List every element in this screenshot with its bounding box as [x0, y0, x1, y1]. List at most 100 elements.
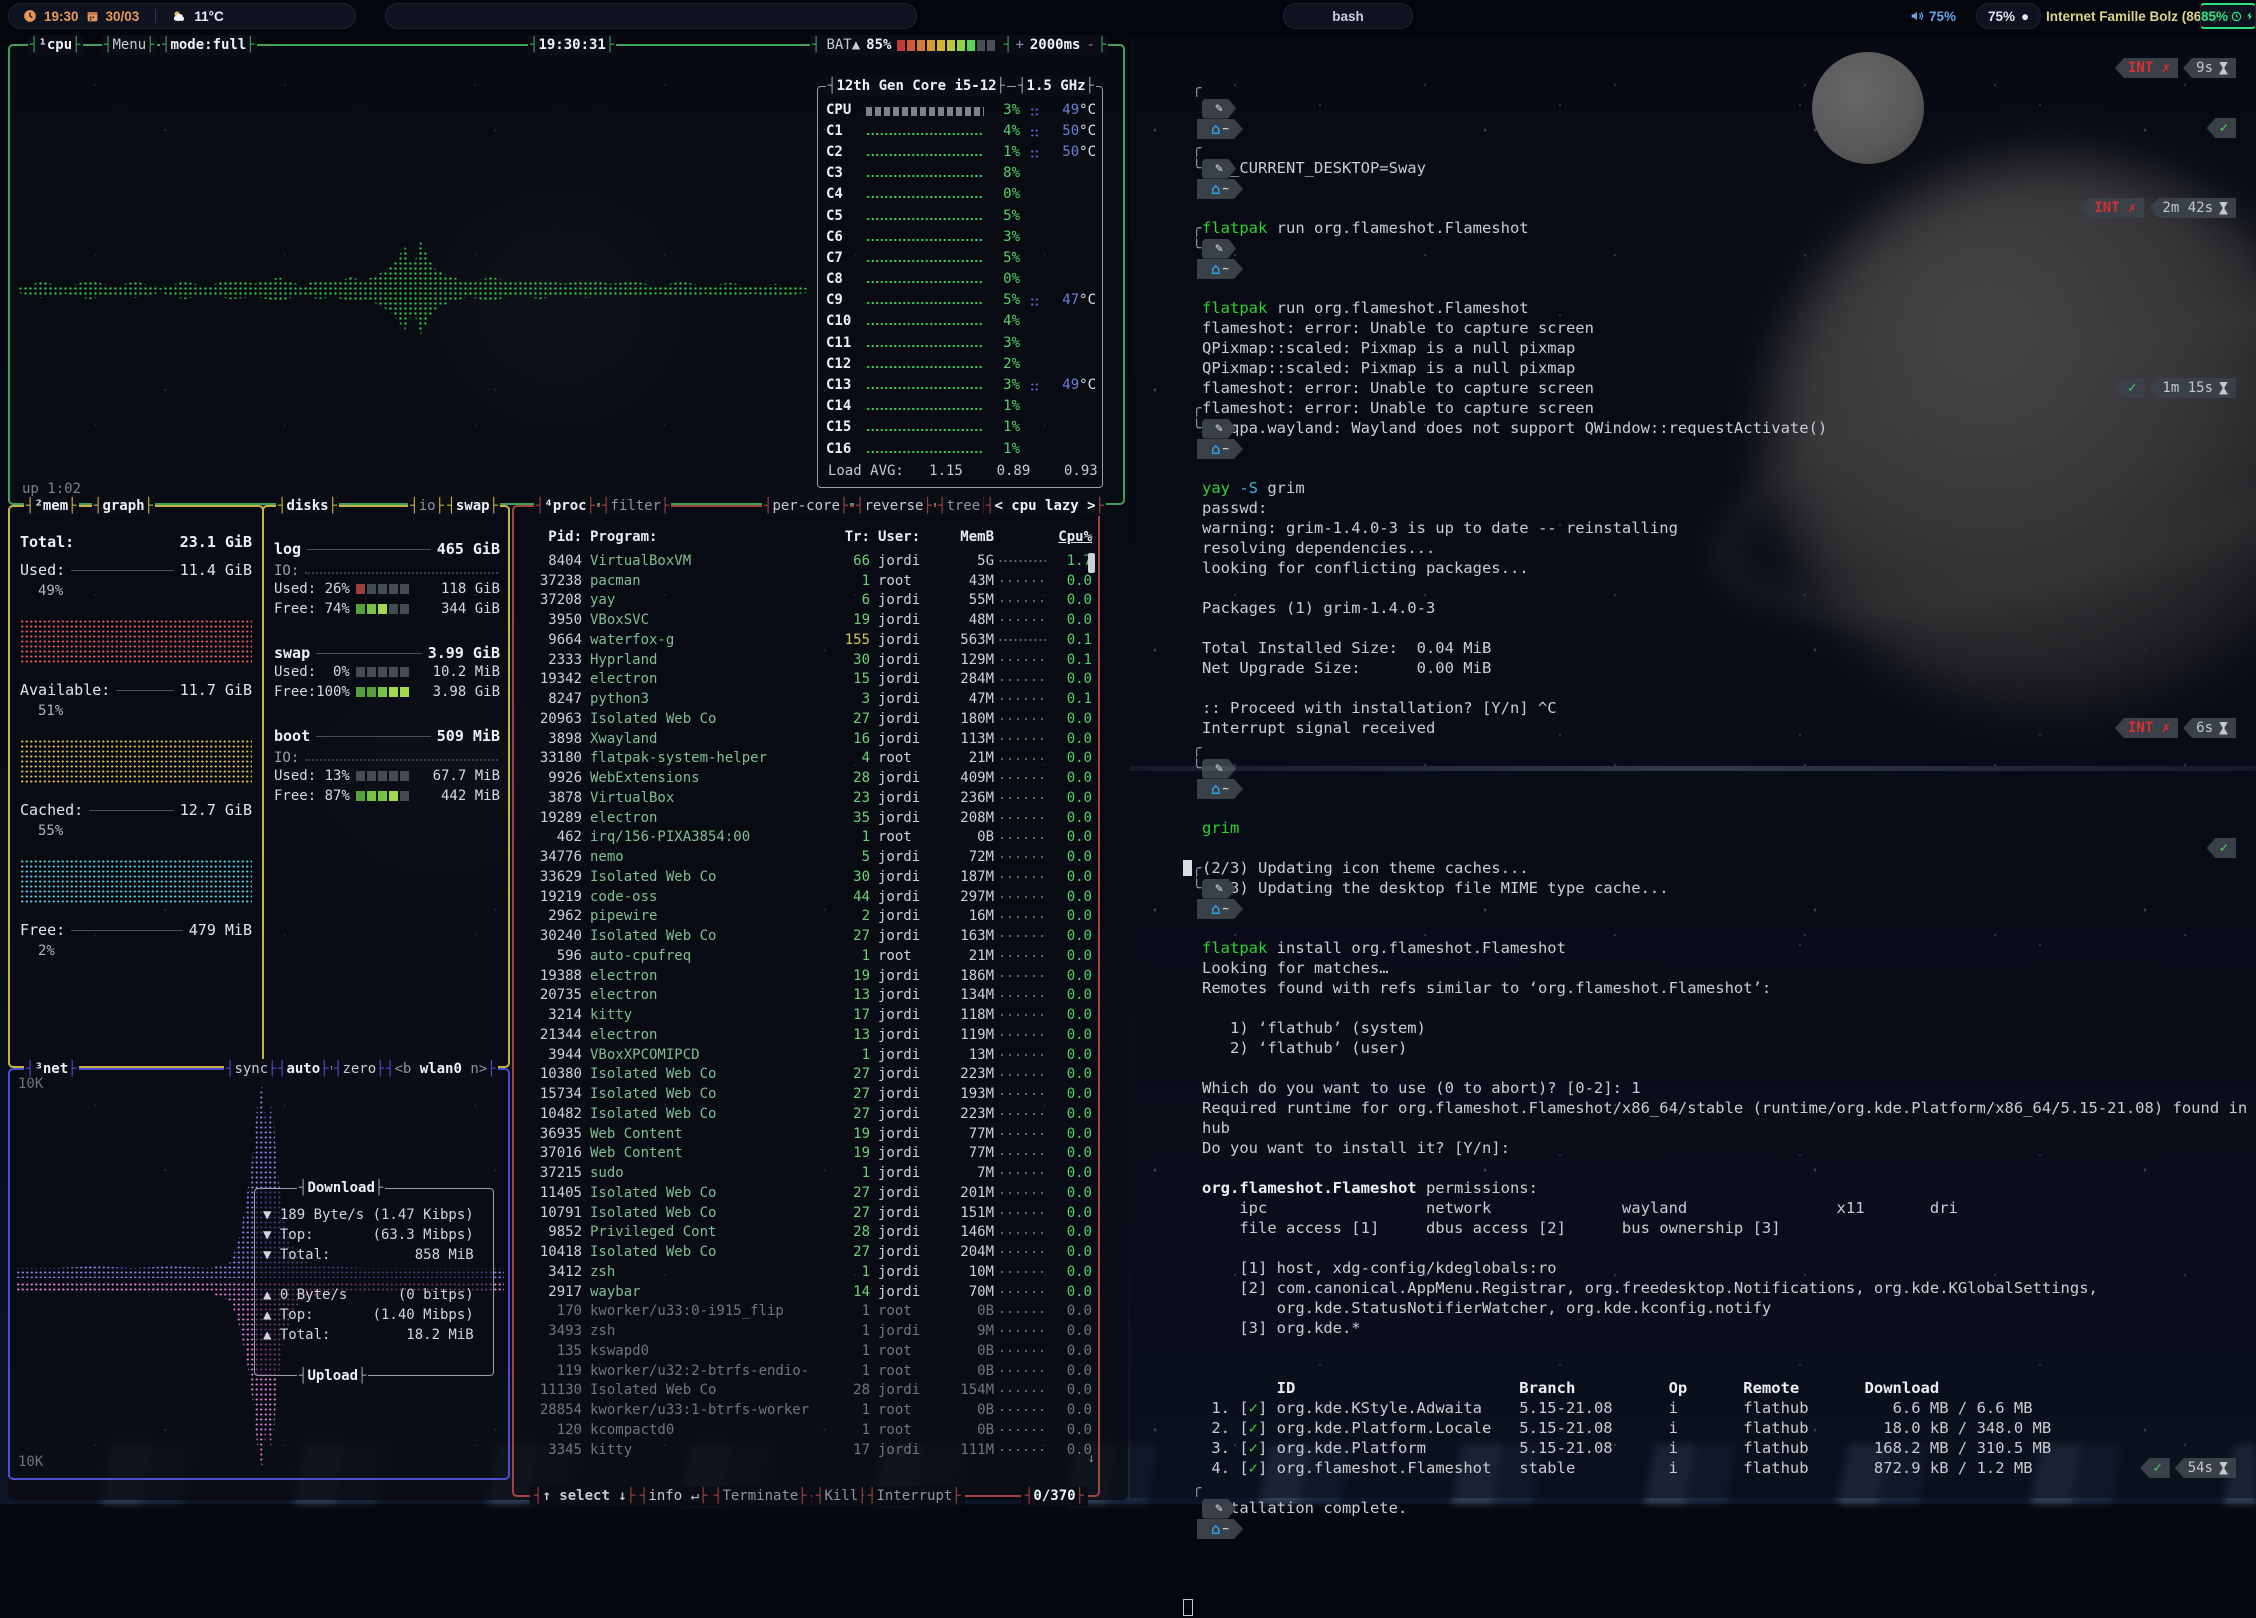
exit-status-chip: INT ✗ [2115, 58, 2178, 78]
process-row[interactable]: 11405 Isolated Web Co 27 jordi 201M 0.0 [520, 1183, 1092, 1203]
volume-module[interactable]: 75% [1906, 3, 1960, 29]
process-row[interactable]: 3950 VBoxSVC 19 jordi 48M 0.0 [520, 610, 1092, 630]
process-row[interactable]: 19388 electron 19 jordi 186M 0.0 [520, 966, 1092, 986]
process-row[interactable]: 3878 VirtualBox 23 jordi 236M 0.0 [520, 788, 1092, 808]
process-column-headers[interactable]: Pid: Program: Tr: User: MemB Cpu% [520, 529, 1092, 545]
disks-swap-tab[interactable]: swap [445, 496, 500, 516]
terminal-window[interactable]: INT ✗ 9s XDG_CURRENT_DESKTOP=Sway [1130, 36, 2256, 1498]
process-row[interactable]: 36935 Web Content 19 jordi 77M 0.0 [520, 1124, 1092, 1144]
process-row[interactable]: 20735 electron 13 jordi 134M 0.0 [520, 986, 1092, 1006]
process-row[interactable]: 2917 waybar 14 jordi 70M 0.0 [520, 1282, 1092, 1302]
process-filter-tab[interactable]: filter [600, 496, 671, 516]
process-sort-selector[interactable]: < cpu lazy > [984, 496, 1106, 516]
process-row[interactable]: 3898 Xwayland 16 jordi 113M 0.0 [520, 729, 1092, 749]
process-row[interactable]: 10482 Isolated Web Co 27 jordi 223M 0.0 [520, 1104, 1092, 1124]
process-row[interactable]: 37208 yay 6 jordi 55M 0.0 [520, 591, 1092, 611]
process-mem-graph [998, 1089, 1046, 1099]
process-row[interactable]: 119 kworker/u32:2-btrfs-endio- 1 root 0B… [520, 1361, 1092, 1381]
process-row[interactable]: 30240 Isolated Web Co 27 jordi 163M 0.0 [520, 926, 1092, 946]
iface-prev-button[interactable]: <b [394, 1061, 419, 1077]
interval-decrease-button[interactable]: + [1012, 37, 1026, 53]
core-usage-graph [866, 424, 984, 436]
network-auto-tab[interactable]: auto [276, 1059, 331, 1079]
process-row[interactable]: 34776 nemo 5 jordi 72M 0.0 [520, 847, 1092, 867]
load-average: Load AVG: 1.15 0.89 0.93 [828, 463, 1098, 479]
process-row[interactable]: 19342 electron 15 jordi 284M 0.0 [520, 670, 1092, 690]
process-row[interactable]: 33180 flatpak-system-helper 4 root 21M 0… [520, 749, 1092, 769]
process-mem-graph [998, 753, 1046, 763]
process-row[interactable]: 596 auto-cpufreq 1 root 21M 0.0 [520, 946, 1092, 966]
terminal-line: warning: grim-1.4.0-3 is up to date -- r… [1146, 438, 2250, 458]
process-row[interactable]: 28854 kworker/u33:1-btrfs-worker 1 root … [520, 1400, 1092, 1420]
process-row[interactable]: 15734 Isolated Web Co 27 jordi 193M 0.0 [520, 1084, 1092, 1104]
cpu-core-row: C5 5% [826, 205, 1096, 226]
disks-panel-title[interactable]: disks [276, 496, 339, 516]
process-row[interactable]: 170 kworker/u33:0-i915_flip 1 root 0B 0.… [520, 1302, 1092, 1322]
process-row[interactable]: 3493 zsh 1 jordi 9M 0.0 [520, 1321, 1092, 1341]
process-row[interactable]: 2333 Hyprland 30 jordi 129M 0.1 [520, 650, 1092, 670]
network-zero-tab[interactable]: zero [332, 1059, 387, 1079]
battery-module[interactable]: 85% [2200, 3, 2256, 29]
process-row[interactable]: 11130 Isolated Web Co 28 jordi 154M 0.0 [520, 1381, 1092, 1401]
menu-button[interactable]: Menu [102, 35, 157, 55]
process-panel-title[interactable]: ⁴proc [534, 496, 597, 516]
process-info-button[interactable]: info ↵ [636, 1486, 711, 1506]
process-row[interactable]: 19289 electron 35 jordi 208M 0.0 [520, 808, 1092, 828]
network-sync-tab[interactable]: sync [224, 1059, 279, 1079]
process-row[interactable]: 9852 Privileged Cont 28 jordi 146M 0.0 [520, 1223, 1092, 1243]
network-interface-selector[interactable]: <b wlan0 n> [384, 1059, 498, 1079]
process-row[interactable]: 10418 Isolated Web Co 27 jordi 204M 0.0 [520, 1242, 1092, 1262]
process-tree-tab[interactable]: tree [936, 496, 991, 516]
process-terminate-button[interactable]: Terminate [710, 1486, 811, 1506]
process-row[interactable]: 10380 Isolated Web Co 27 jordi 223M 0.0 [520, 1065, 1092, 1085]
process-row[interactable]: 3412 zsh 1 jordi 10M 0.0 [520, 1262, 1092, 1282]
process-interrupt-button[interactable]: Interrupt [864, 1486, 965, 1506]
process-row[interactable]: 135 kswapd0 1 root 0B 0.0 [520, 1341, 1092, 1361]
process-row[interactable]: 462 irq/156-PIXA3854:00 1 root 0B 0.0 [520, 828, 1092, 848]
process-row[interactable]: 19219 code-oss 44 jordi 297M 0.0 [520, 887, 1092, 907]
process-row[interactable]: 33629 Isolated Web Co 30 jordi 187M 0.0 [520, 867, 1092, 887]
process-row[interactable]: 9926 WebExtensions 28 jordi 409M 0.0 [520, 768, 1092, 788]
process-row[interactable]: 9664 waterfox-g 155 jordi 563M 0.1 [520, 630, 1092, 650]
process-row[interactable]: 8404 VirtualBoxVM 66 jordi 5G 1.7 [520, 551, 1092, 571]
cpu-panel-title[interactable]: ¹cpu [28, 35, 83, 55]
core-usage-graph [866, 213, 984, 225]
scroll-up-indicator[interactable]: ↑ [1088, 531, 1095, 545]
terminal-line: passwd: [1146, 418, 2250, 438]
process-row[interactable]: 3214 kitty 17 jordi 118M 0.0 [520, 1005, 1092, 1025]
process-row[interactable]: 3944 VBoxXPCOMIPCD 1 jordi 13M 0.0 [520, 1045, 1092, 1065]
duration-chip: 1m 15s [2149, 378, 2236, 398]
process-row[interactable]: 37238 pacman 1 root 43M 0.0 [520, 571, 1092, 591]
scroll-down-indicator[interactable]: ↓ [1088, 1451, 1095, 1465]
process-row[interactable]: 120 kcompactd0 1 root 0B 0.0 [520, 1420, 1092, 1440]
memory-graph-tab[interactable]: graph [92, 496, 155, 516]
process-row[interactable]: 10791 Isolated Web Co 27 jordi 151M 0.0 [520, 1203, 1092, 1223]
process-row[interactable]: 37016 Web Content 19 jordi 77M 0.0 [520, 1144, 1092, 1164]
brightness-module[interactable]: 75% ● [1976, 3, 2041, 29]
duration-chip: 9s [2183, 58, 2236, 78]
memory-total: Total:23.1 GiB [20, 533, 252, 551]
interval-increase-button[interactable]: - [1083, 37, 1097, 53]
cpu-core-row: C11 3% [826, 332, 1096, 353]
battery-bolt-icon [2245, 10, 2255, 22]
process-row[interactable]: 37215 sudo 1 jordi 7M 0.0 [520, 1163, 1092, 1183]
process-reverse-tab[interactable]: reverse [854, 496, 934, 516]
terminal-line: INT ✗ 9s [1146, 58, 2250, 78]
process-kill-button[interactable]: Kill [812, 1486, 871, 1506]
disks-io-tab[interactable]: io [408, 496, 446, 516]
mode-toggle[interactable]: mode:full [160, 35, 257, 55]
process-row[interactable]: 21344 electron 13 jordi 119M 0.0 [520, 1025, 1092, 1045]
process-row[interactable]: 3345 kitty 17 jordi 111M 0.0 [520, 1440, 1092, 1460]
datetime-weather-module[interactable]: 19:30 30/03 11°C [8, 3, 356, 29]
process-row[interactable]: 8247 python3 3 jordi 47M 0.1 [520, 689, 1092, 709]
upload-stat-line: ▲ 0 Byte/s (0 bitps) [263, 1285, 474, 1305]
focused-window-title: bash [1332, 9, 1364, 24]
process-row[interactable]: 20963 Isolated Web Co 27 jordi 180M 0.0 [520, 709, 1092, 729]
process-percore-tab[interactable]: per-core [762, 496, 850, 516]
process-select-hint[interactable]: ↑ select ↓ [530, 1486, 639, 1506]
process-row[interactable]: 2962 pipewire 2 jordi 16M 0.0 [520, 907, 1092, 927]
memory-panel-title[interactable]: ²mem [24, 496, 79, 516]
process-scrollbar-thumb[interactable] [1088, 553, 1095, 573]
iface-next-button[interactable]: n> [462, 1061, 487, 1077]
terminal-line [1146, 1258, 2250, 1278]
